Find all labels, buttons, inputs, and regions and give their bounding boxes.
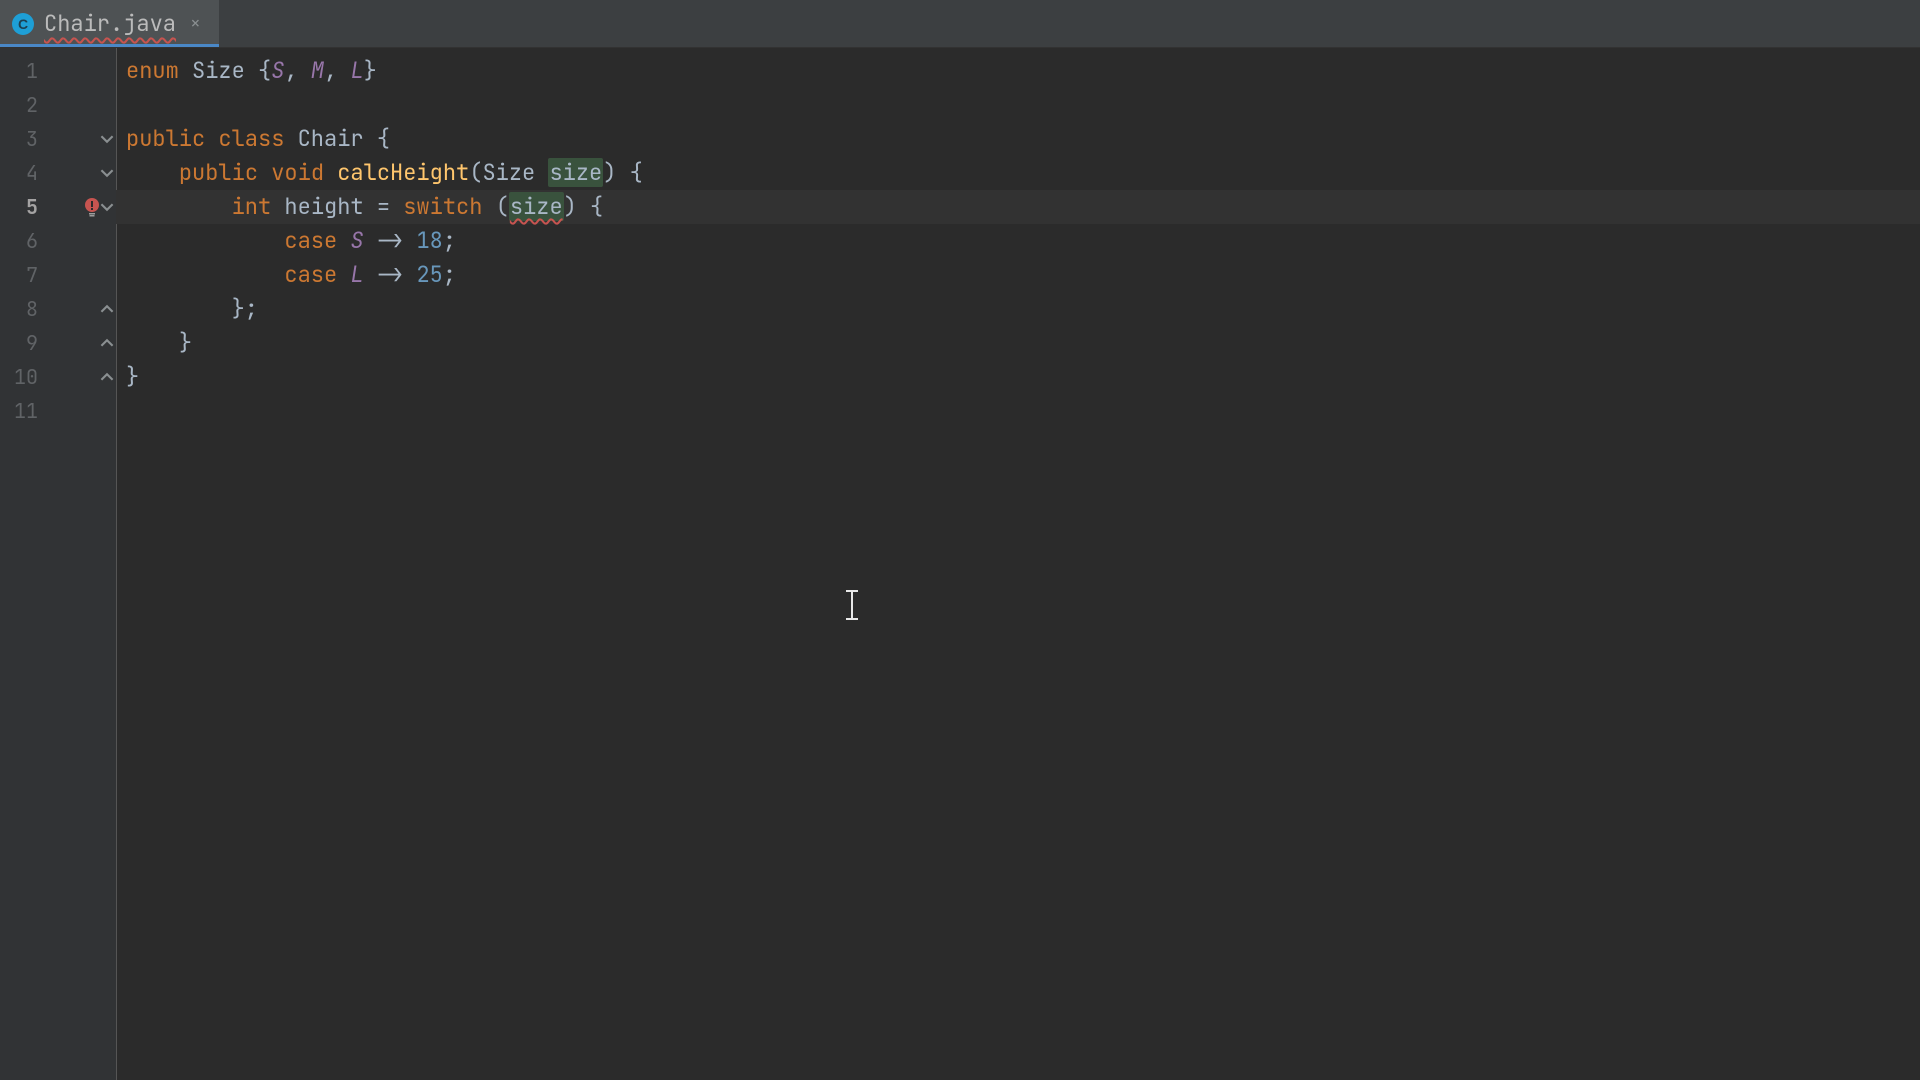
class-file-icon: C xyxy=(12,13,34,35)
tab-filename: Chair.java xyxy=(44,9,176,38)
line-number: 8 xyxy=(0,292,50,326)
code-line[interactable] xyxy=(116,88,1920,122)
fold-toggle-icon[interactable] xyxy=(100,132,114,146)
code-editor[interactable]: 1234567891011 enum Size {S, M, L} public … xyxy=(0,48,1920,1080)
code-line[interactable]: } xyxy=(116,326,1920,360)
tab-chair-java[interactable]: C Chair.java × xyxy=(0,0,219,47)
gutter-row xyxy=(50,190,116,224)
fold-toggle-icon[interactable] xyxy=(100,370,114,384)
gutter-row xyxy=(50,292,116,326)
fold-toggle-icon[interactable] xyxy=(100,336,114,350)
line-number: 4 xyxy=(0,156,50,190)
code-line[interactable] xyxy=(116,394,1920,428)
code-line[interactable]: public class Chair { xyxy=(116,122,1920,156)
gutter-row xyxy=(50,88,116,122)
line-number: 11 xyxy=(0,394,50,428)
error-intention-bulb-icon[interactable] xyxy=(82,197,102,217)
code-line[interactable]: public void calcHeight(Size size) { xyxy=(116,156,1920,190)
gutter-row xyxy=(50,54,116,88)
line-number: 7 xyxy=(0,258,50,292)
code-line[interactable]: int height = switch (size) { xyxy=(116,190,1920,224)
close-tab-icon[interactable]: × xyxy=(186,8,205,39)
gutter-row xyxy=(50,326,116,360)
tab-bar: C Chair.java × xyxy=(0,0,1920,48)
line-number-gutter: 1234567891011 xyxy=(0,48,50,1080)
line-number: 9 xyxy=(0,326,50,360)
code-line[interactable]: } xyxy=(116,360,1920,394)
line-number: 5 xyxy=(0,190,50,224)
gutter-row xyxy=(50,360,116,394)
code-line[interactable]: case S -> 18; xyxy=(116,224,1920,258)
fold-toggle-icon[interactable] xyxy=(100,200,114,214)
fold-toggle-icon[interactable] xyxy=(100,166,114,180)
marker-gutter xyxy=(50,48,116,1080)
gutter-row xyxy=(50,122,116,156)
fold-toggle-icon[interactable] xyxy=(100,302,114,316)
line-number: 1 xyxy=(0,54,50,88)
code-line[interactable]: enum Size {S, M, L} xyxy=(116,54,1920,88)
code-line[interactable]: }; xyxy=(116,292,1920,326)
code-line[interactable]: case L -> 25; xyxy=(116,258,1920,292)
gutter-row xyxy=(50,258,116,292)
text-caret xyxy=(851,590,853,620)
line-number: 3 xyxy=(0,122,50,156)
line-number: 10 xyxy=(0,360,50,394)
gutter-row xyxy=(50,156,116,190)
gutter-row xyxy=(50,224,116,258)
line-number: 6 xyxy=(0,224,50,258)
line-number: 2 xyxy=(0,88,50,122)
code-area[interactable]: enum Size {S, M, L}public class Chair { … xyxy=(116,48,1920,1080)
gutter-row xyxy=(50,394,116,428)
